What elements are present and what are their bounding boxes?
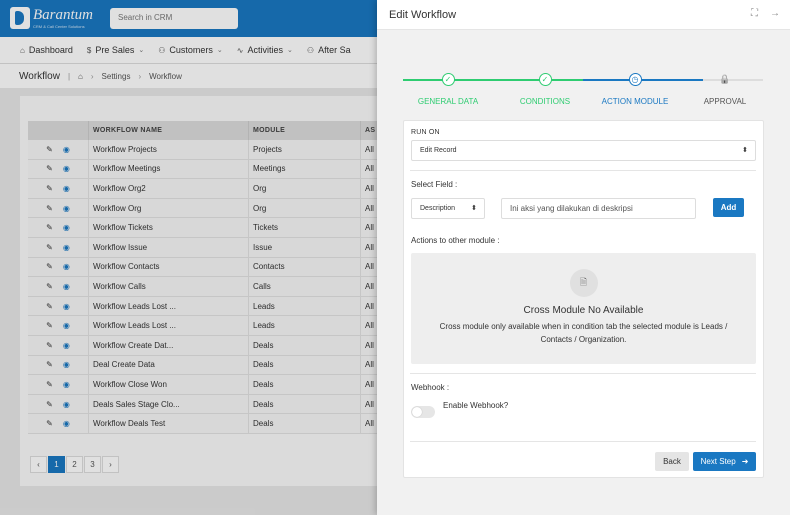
arrow-right-icon: ➜ <box>741 457 749 466</box>
step-approval[interactable]: 🔒 APPROVAL <box>665 70 785 106</box>
panel-title: Edit Workflow <box>389 8 457 21</box>
edit-workflow-panel: Edit Workflow ⛶ → ✓ GENERAL DATA ✓ CONDI… <box>377 0 790 515</box>
run-on-select[interactable]: Edit Record ⬍ <box>411 140 756 161</box>
empty-description: Cross module only available when in cond… <box>439 322 728 344</box>
add-button[interactable]: Add <box>713 198 744 217</box>
cross-module-empty-state: 🗎 Cross Module No Available Cross module… <box>411 253 756 364</box>
expand-icon[interactable]: ⛶ <box>751 8 758 19</box>
sort-caret-icon: ⬍ <box>742 147 748 154</box>
run-on-label: RUN ON <box>411 129 440 136</box>
document-icon: 🗎 <box>569 269 598 297</box>
wizard-stepper: ✓ GENERAL DATA ✓ CONDITIONS ◷ ACTION MOD… <box>403 70 763 110</box>
next-step-label: Next Step <box>700 457 736 466</box>
lock-icon: 🔒 <box>719 74 731 84</box>
divider <box>410 373 756 374</box>
field-select-value: Description <box>420 205 456 212</box>
action-module-form: RUN ON Edit Record ⬍ Select Field : Desc… <box>403 120 764 478</box>
back-button[interactable]: Back <box>655 452 689 471</box>
run-on-value: Edit Record <box>420 147 457 154</box>
actions-other-module-label: Actions to other module : <box>411 236 500 245</box>
check-icon: ✓ <box>441 73 455 86</box>
divider <box>410 441 756 442</box>
field-select[interactable]: Description ⬍ <box>411 198 485 219</box>
clock-icon: ◷ <box>628 73 642 86</box>
webhook-toggle-label: Enable Webhook? <box>443 401 509 410</box>
webhook-label: Webhook : <box>411 383 450 392</box>
field-value-input[interactable]: Ini aksi yang dilakukan di deskripsi <box>501 198 696 219</box>
step-label: APPROVAL <box>703 97 747 106</box>
check-icon: ✓ <box>538 73 552 86</box>
webhook-toggle[interactable] <box>411 406 435 418</box>
select-field-label: Select Field : <box>411 180 458 189</box>
close-icon[interactable]: → <box>770 8 780 19</box>
panel-header: Edit Workflow ⛶ → <box>377 0 790 30</box>
modal-backdrop[interactable] <box>0 0 377 515</box>
sort-caret-icon: ⬍ <box>471 205 477 212</box>
divider <box>410 170 756 171</box>
next-step-button[interactable]: Next Step ➜ <box>693 452 756 471</box>
empty-title: Cross Module No Available <box>523 305 644 316</box>
